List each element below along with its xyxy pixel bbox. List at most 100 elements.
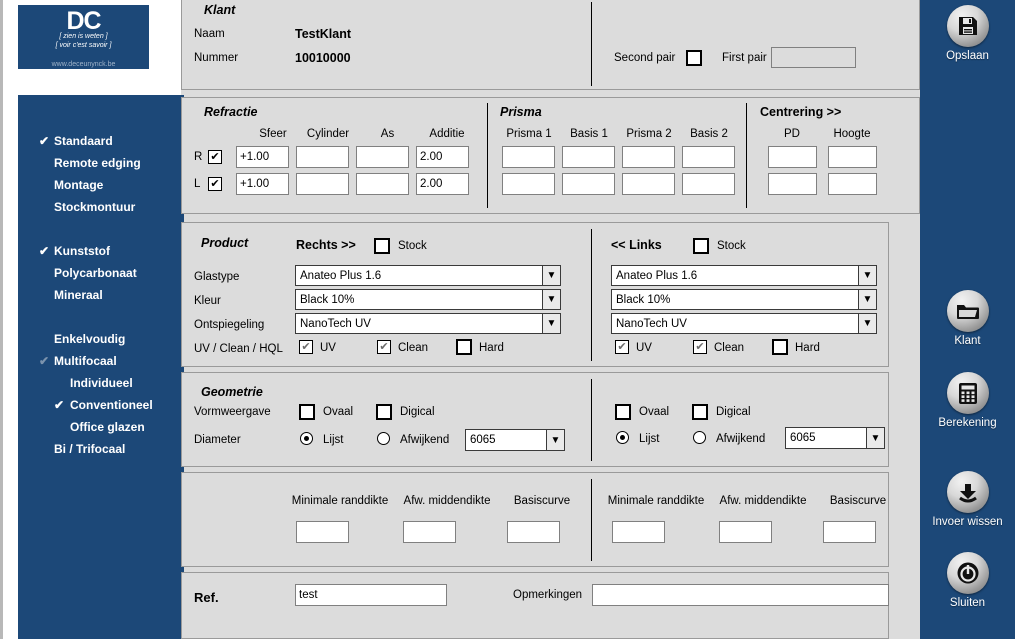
sidebar-item-enkelvoudig[interactable]: Enkelvoudig (18, 328, 184, 350)
sidebar-item-mineraal[interactable]: Mineraal (18, 284, 184, 306)
sidebar-item-office-glazen[interactable]: Office glazen (18, 416, 184, 438)
product-uv-clean-hql-label: UV / Clean / HQL (194, 343, 283, 355)
toolbar-label-sluiten: Sluiten (949, 597, 986, 609)
product-rechts-header-link[interactable]: Rechts >> (296, 238, 356, 252)
sidebar-item-remote-edging[interactable]: Remote edging (18, 152, 184, 174)
toolbar-button-berekening[interactable]: Berekening (920, 372, 1015, 429)
product-stock-checkbox-left[interactable] (693, 238, 709, 254)
prisma1-input-l[interactable] (502, 173, 555, 195)
sidebar-item-standaard[interactable]: ✔ Standaard (18, 130, 184, 152)
sidebar-item-bi-trifocaal[interactable]: Bi / Trifocaal (18, 438, 184, 460)
product-hard-label-right: Hard (479, 342, 504, 354)
centrering-header-link[interactable]: Centrering >> (760, 105, 841, 119)
product-uv-label-right: UV (320, 342, 336, 354)
opmerkingen-input[interactable] (592, 584, 889, 606)
ref-input[interactable] (295, 584, 447, 606)
second-pair-label: Second pair (614, 52, 676, 64)
product-hard-checkbox-left[interactable] (772, 339, 788, 355)
product-ontspiegeling-select-right[interactable]: NanoTech UV (295, 313, 561, 334)
geometrie-afwijkend-radio-right[interactable] (377, 432, 390, 445)
basis2-input-l[interactable] (682, 173, 735, 195)
product-kleur-value-left: Black 10% (616, 293, 671, 306)
centrering-pd-input-r[interactable] (768, 146, 817, 168)
geometrie-afwijkend-radio-left[interactable] (693, 431, 706, 444)
refractie-sfeer-input-l[interactable] (236, 173, 289, 195)
product-stock-checkbox-right[interactable] (374, 238, 390, 254)
refractie-prisma-divider (487, 103, 488, 208)
refractie-sfeer-input-r[interactable] (236, 146, 289, 168)
product-stock-label-left: Stock (717, 240, 746, 252)
basis1-input-r[interactable] (562, 146, 615, 168)
centrering-pd-input-l[interactable] (768, 173, 817, 195)
sidebar-item-kunststof[interactable]: ✔ Kunststof (18, 240, 184, 262)
refractie-cylinder-input-r[interactable] (296, 146, 349, 168)
prisma2-input-r[interactable] (622, 146, 675, 168)
right-toolbar: Opslaan Klant Berekening Invoer wissen S… (920, 0, 1015, 639)
toolbar-button-klant[interactable]: Klant (920, 290, 1015, 347)
product-uv-checkbox-left[interactable]: ✔ (615, 340, 629, 354)
toolbar-button-opslaan[interactable]: Opslaan (920, 5, 1015, 62)
sidebar-item-multifocaal[interactable]: ✔ Multifocaal (18, 350, 184, 372)
toolbar-button-invoer-wissen[interactable]: Invoer wissen (920, 471, 1015, 528)
product-kleur-select-right[interactable]: Black 10% (295, 289, 561, 310)
min-randdikte-input-right[interactable] (296, 521, 349, 543)
basiscurve-input-left[interactable] (823, 521, 876, 543)
afw-middendikte-input-right[interactable] (403, 521, 456, 543)
geometrie-divider (591, 379, 592, 461)
product-kleur-select-left[interactable]: Black 10% (611, 289, 877, 310)
product-kleur-value-right: Black 10% (300, 293, 355, 306)
basis1-input-l[interactable] (562, 173, 615, 195)
refractie-as-input-l[interactable] (356, 173, 409, 195)
product-hard-checkbox-right[interactable] (456, 339, 472, 355)
second-pair-checkbox[interactable] (686, 50, 702, 66)
first-pair-input[interactable] (771, 47, 856, 68)
min-randdikte-input-left[interactable] (612, 521, 665, 543)
toolbar-button-sluiten[interactable]: Sluiten (920, 552, 1015, 609)
prisma-centrering-divider (746, 103, 747, 208)
geometrie-diameter-select-left[interactable]: 6065 (785, 427, 885, 449)
product-clean-checkbox-left[interactable]: ✔ (693, 340, 707, 354)
thickness-divider (591, 479, 592, 561)
sidebar-item-label: Polycarbonaat (54, 266, 137, 280)
basis2-input-r[interactable] (682, 146, 735, 168)
refractie-cylinder-input-l[interactable] (296, 173, 349, 195)
refractie-as-input-r[interactable] (356, 146, 409, 168)
geometrie-digical-checkbox-left[interactable] (692, 404, 708, 420)
geometrie-diameter-label: Diameter (194, 434, 241, 446)
product-glastype-select-right[interactable]: Anateo Plus 1.6 (295, 265, 561, 286)
sidebar-item-label: Office glazen (70, 420, 145, 434)
sidebar-item-stockmontuur[interactable]: Stockmontuur (18, 196, 184, 218)
check-icon: ✔ (39, 244, 50, 258)
product-glastype-select-left[interactable]: Anateo Plus 1.6 (611, 265, 877, 286)
sidebar-item-conventioneel[interactable]: ✔ Conventioneel (18, 394, 184, 416)
left-column: DC [ zien is weten ] [ voir c'est savoir… (0, 0, 184, 639)
geometrie-lijst-radio-left[interactable] (616, 431, 629, 444)
centrering-hoogte-input-r[interactable] (828, 146, 877, 168)
product-ontspiegeling-select-left[interactable]: NanoTech UV (611, 313, 877, 334)
geometrie-vormweergave-label: Vormweergave (194, 406, 271, 418)
prisma1-input-r[interactable] (502, 146, 555, 168)
afw-middendikte-input-left[interactable] (719, 521, 772, 543)
geometrie-digical-checkbox-right[interactable] (376, 404, 392, 420)
chevron-down-icon (546, 430, 564, 450)
sidebar-item-individueel[interactable]: Individueel (18, 372, 184, 394)
geometrie-diameter-select-right[interactable]: 6065 (465, 429, 565, 451)
geometrie-ovaal-checkbox-right[interactable] (299, 404, 315, 420)
centrering-hoogte-input-l[interactable] (828, 173, 877, 195)
sidebar-item-montage[interactable]: Montage (18, 174, 184, 196)
toolbar-label-berekening: Berekening (938, 417, 997, 429)
refractie-enable-checkbox-r[interactable]: ✔ (208, 150, 222, 164)
geometrie-lijst-radio-right[interactable] (300, 432, 313, 445)
product-clean-checkbox-right[interactable]: ✔ (377, 340, 391, 354)
product-glastype-value-right: Anateo Plus 1.6 (300, 269, 382, 282)
sidebar-item-label: Enkelvoudig (54, 332, 126, 346)
geometrie-panel-title: Geometrie (201, 385, 263, 399)
sidebar-item-polycarbonaat[interactable]: Polycarbonaat (18, 262, 184, 284)
refractie-additie-input-l[interactable] (416, 173, 469, 195)
product-uv-checkbox-right[interactable]: ✔ (299, 340, 313, 354)
prisma2-input-l[interactable] (622, 173, 675, 195)
refractie-enable-checkbox-l[interactable]: ✔ (208, 177, 222, 191)
geometrie-ovaal-checkbox-left[interactable] (615, 404, 631, 420)
product-links-header-link[interactable]: << Links (611, 238, 662, 252)
refractie-additie-input-r[interactable] (416, 146, 469, 168)
